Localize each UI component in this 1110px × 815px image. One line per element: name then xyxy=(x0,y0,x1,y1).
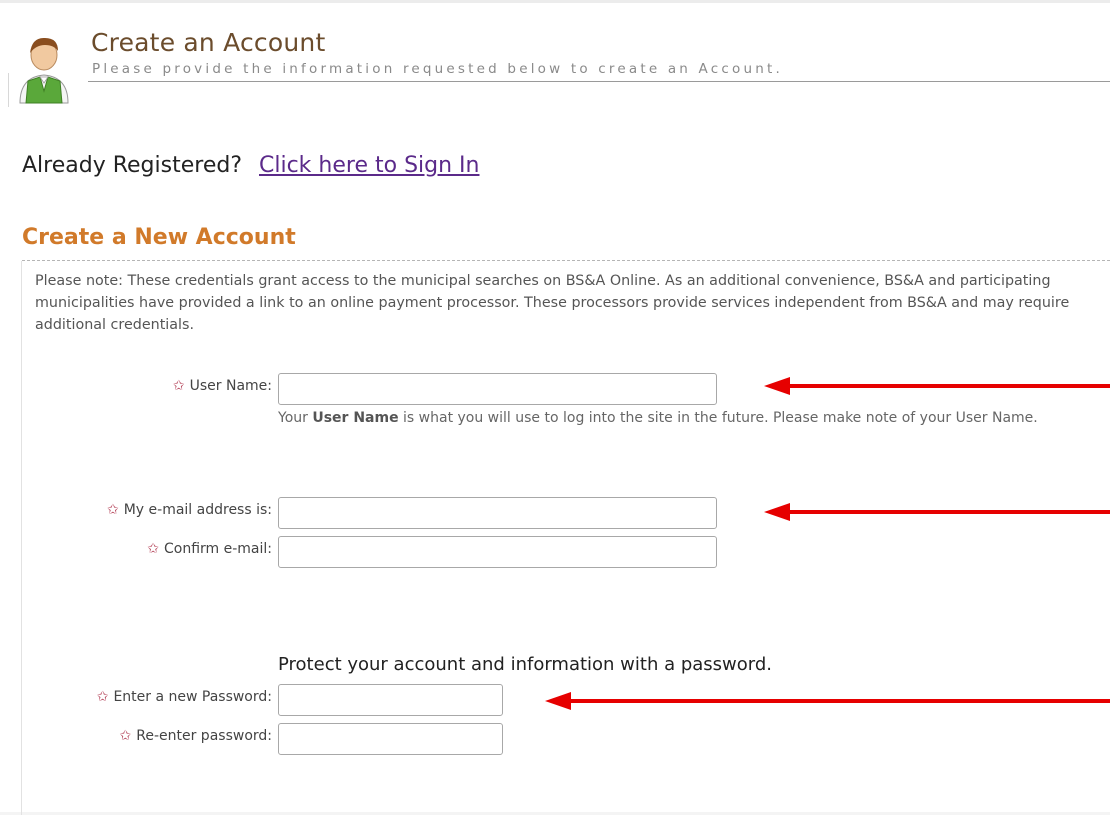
reenter-password-label-text: Re-enter password: xyxy=(136,728,272,744)
confirm-email-label-text: Confirm e-mail: xyxy=(163,541,272,557)
star-outline-icon: ✩ xyxy=(106,502,119,518)
star-outline-icon: ✩ xyxy=(119,728,132,744)
credentials-note: Please note: These credentials grant acc… xyxy=(35,273,1070,333)
password-label: ✩ Enter a new Password: xyxy=(97,689,272,705)
username-help-suffix: is what you will use to log into the sit… xyxy=(398,410,1038,426)
username-help-bold: User Name xyxy=(312,410,399,426)
email-label-text: My e-mail address is: xyxy=(123,502,272,518)
page-title: Create an Account xyxy=(91,28,326,57)
red-arrow-left-icon xyxy=(545,692,1110,710)
user-avatar-icon xyxy=(14,31,74,105)
reenter-password-input[interactable] xyxy=(278,723,503,755)
confirm-email-input[interactable] xyxy=(278,536,717,568)
star-outline-icon: ✩ xyxy=(172,378,185,394)
username-help-prefix: Your xyxy=(278,410,313,426)
password-label-text: Enter a new Password: xyxy=(113,689,272,705)
signin-row: Already Registered? Click here to Sign I… xyxy=(22,153,479,178)
star-outline-icon: ✩ xyxy=(147,541,159,557)
username-label: ✩ User Name: xyxy=(173,378,272,394)
password-input[interactable] xyxy=(278,684,503,716)
header-divider xyxy=(88,81,1110,82)
section-left-border xyxy=(21,261,22,815)
username-label-text: User Name: xyxy=(189,378,272,394)
page-subtitle: Please provide the information requested… xyxy=(92,61,783,77)
username-input[interactable] xyxy=(278,373,717,405)
page-header: Create an Account Please provide the inf… xyxy=(0,3,1110,107)
red-arrow-left-icon xyxy=(764,503,1110,521)
confirm-email-label: ✩ Confirm e-mail: xyxy=(147,541,272,557)
section-title: Create a New Account xyxy=(22,225,296,250)
email-input[interactable] xyxy=(278,497,717,529)
star-outline-icon: ✩ xyxy=(96,689,109,705)
password-heading: Protect your account and information wit… xyxy=(278,654,773,675)
signin-prompt: Already Registered? xyxy=(22,153,242,178)
username-help: Your User Name is what you will use to l… xyxy=(278,410,1038,426)
reenter-password-label: ✩ Re-enter password: xyxy=(120,728,272,744)
page: Create an Account Please provide the inf… xyxy=(0,0,1110,815)
red-arrow-left-icon xyxy=(764,377,1110,395)
email-label: ✩ My e-mail address is: xyxy=(107,502,272,518)
signin-link[interactable]: Click here to Sign In xyxy=(259,153,479,178)
section-divider xyxy=(22,260,1110,261)
header-divider-vertical xyxy=(8,73,9,107)
